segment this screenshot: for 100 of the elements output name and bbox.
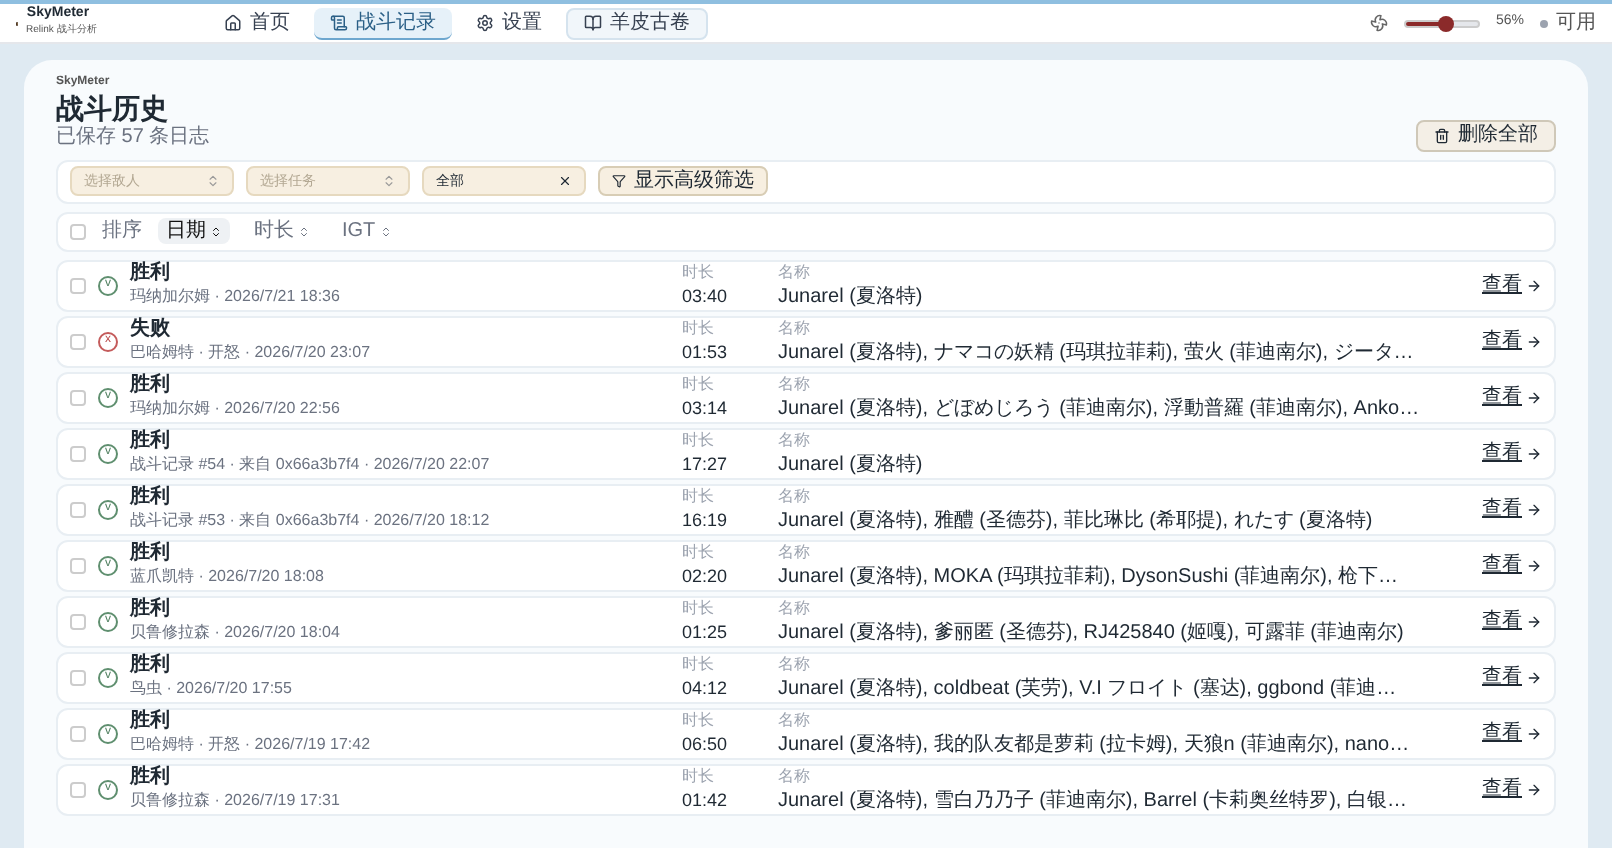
view-link[interactable]: 查看 — [1482, 438, 1542, 468]
row-checkbox[interactable] — [70, 389, 86, 405]
trash-icon — [1434, 127, 1450, 143]
names-label: 名称 — [778, 769, 812, 785]
outcome-title: 胜利 — [130, 375, 172, 395]
arrow-right-icon — [1526, 501, 1542, 517]
names-label: 名称 — [778, 545, 812, 561]
sort-option[interactable]: 日期 — [158, 218, 230, 244]
names-label: 名称 — [778, 601, 812, 617]
view-link[interactable]: 查看 — [1482, 718, 1542, 748]
outcome-title: 胜利 — [130, 487, 172, 507]
names-label: 名称 — [778, 713, 812, 729]
sort-label: 排序 — [102, 217, 142, 246]
duration-value: 01:53 — [682, 344, 730, 362]
view-link[interactable]: 查看 — [1482, 494, 1542, 524]
view-link[interactable]: 查看 — [1482, 550, 1542, 580]
names-label: 名称 — [778, 321, 812, 337]
duration-value: 03:40 — [682, 288, 730, 306]
view-link[interactable]: 查看 — [1482, 270, 1542, 300]
outcome-title: 胜利 — [130, 599, 172, 619]
gear-icon — [476, 14, 494, 32]
row-checkbox[interactable] — [70, 557, 86, 573]
fan-icon — [1369, 14, 1388, 32]
filter-icon — [612, 174, 626, 188]
book-icon — [584, 14, 602, 32]
party-names: Junarel (夏洛特), coldbeat (芙劳), V.I フロイト (塞达), ggbond (菲迪… — [778, 679, 1399, 699]
names-label: 名称 — [778, 489, 812, 505]
outcome-title: 胜利 — [130, 543, 172, 563]
row-checkbox[interactable] — [70, 613, 86, 629]
party-names: Junarel (夏洛特), 雪白乃乃子 (菲迪南尔), Barrel (卡莉奥丝特罗), 白银… — [778, 791, 1409, 811]
party-names: Junarel (夏洛特), MOKA (玛琪拉菲莉), DysonSushi (菲迪南尔), 枪下… — [778, 567, 1401, 587]
log-count: 已保存 57 条日志 — [56, 126, 210, 151]
outcome-title: 胜利 — [130, 263, 172, 283]
slider-thumb[interactable] — [1438, 15, 1455, 31]
arrow-right-icon — [1526, 445, 1542, 461]
names-label: 名称 — [778, 657, 812, 673]
nav-tab[interactable]: 设置 — [460, 7, 558, 39]
duration-value: 01:42 — [682, 792, 730, 810]
duration-label: 时长 — [682, 322, 716, 338]
view-link[interactable]: 查看 — [1482, 774, 1542, 804]
delete-all-button[interactable]: 删除全部 — [1416, 119, 1556, 151]
log-meta: 巴哈姆特 · 开怒 · 2026/7/20 23:07 — [130, 345, 373, 361]
select-all-checkbox[interactable] — [70, 223, 86, 239]
log-meta: 战斗记录 #53 · 来自 0x66a3b7f4 · 2026/7/20 18:12 — [130, 513, 492, 529]
row-checkbox[interactable] — [70, 445, 86, 461]
duration-value: 01:25 — [682, 624, 730, 642]
duration-label: 时长 — [682, 602, 716, 618]
outcome-title: 失败 — [130, 319, 172, 339]
view-link[interactable]: 查看 — [1482, 606, 1542, 636]
arrow-right-icon — [1526, 781, 1542, 797]
row-checkbox[interactable] — [70, 277, 86, 293]
names-label: 名称 — [778, 433, 812, 449]
log-meta: 贝鲁修拉森 · 2026/7/20 18:04 — [130, 625, 342, 641]
names-label: 名称 — [778, 377, 812, 393]
sort-option[interactable]: 时长 — [246, 218, 318, 244]
chevrons-icon — [206, 174, 220, 188]
duration-label: 时长 — [682, 434, 716, 450]
duration-value: 03:14 — [682, 400, 730, 418]
duration-value: 04:12 — [682, 680, 730, 698]
row-checkbox[interactable] — [70, 669, 86, 685]
nav-tab[interactable]: 战斗记录 — [314, 7, 452, 39]
arrow-right-icon — [1526, 669, 1542, 685]
log-meta: 玛纳加尔姆 · 2026/7/20 22:56 — [130, 401, 342, 417]
row-checkbox[interactable] — [70, 333, 86, 349]
duration-label: 时长 — [682, 770, 716, 786]
advanced-filter-button[interactable]: 显示高级筛选 — [598, 166, 768, 196]
party-names: Junarel (夏洛特), 爹丽匿 (圣德芬), RJ425840 (姬嘎), 可露菲 (菲迪南尔) — [778, 623, 1406, 643]
row-checkbox[interactable] — [70, 725, 86, 741]
duration-label: 时长 — [682, 378, 716, 394]
arrow-right-icon — [1526, 557, 1542, 573]
arrow-right-icon — [1526, 333, 1542, 349]
view-link[interactable]: 查看 — [1482, 326, 1542, 356]
duration-label: 时长 — [682, 546, 716, 562]
view-link[interactable]: 查看 — [1482, 382, 1542, 412]
party-names: Junarel (夏洛特), 我的队友都是萝莉 (拉卡姆), 天狼n (菲迪南尔), nano… — [778, 735, 1412, 755]
clear-icon[interactable] — [558, 174, 572, 188]
duration-value: 16:19 — [682, 512, 730, 530]
duration-value: 02:20 — [682, 568, 730, 586]
chevrons-icon — [382, 174, 396, 188]
duration-label: 时长 — [682, 490, 716, 506]
log-meta: 玛纳加尔姆 · 2026/7/21 18:36 — [130, 289, 342, 305]
log-meta: 蓝爪凯特 · 2026/7/20 18:08 — [130, 569, 326, 585]
nav-tab[interactable]: 羊皮古卷 — [566, 7, 708, 39]
row-checkbox[interactable] — [70, 501, 86, 517]
party-names: Junarel (夏洛特) — [778, 287, 925, 307]
log-meta: 贝鲁修拉森 · 2026/7/19 17:31 — [130, 793, 342, 809]
sort-option[interactable]: IGT — [334, 218, 400, 244]
opacity-slider-track[interactable] — [1403, 19, 1480, 27]
scroll-icon — [330, 13, 348, 31]
duration-value: 17:27 — [682, 456, 730, 474]
nav-tab[interactable]: 首页 — [208, 7, 306, 39]
party-names: Junarel (夏洛特), ナマコの妖精 (玛琪拉菲莉), 萤火 (菲迪南尔), ジータ… — [778, 343, 1416, 363]
duration-label: 时长 — [682, 714, 716, 730]
party-names: Junarel (夏洛特), どぼめじろう (菲迪南尔), 浮動普羅 (菲迪南尔), Anko… — [778, 399, 1422, 419]
home-icon — [224, 14, 242, 32]
status-label: 可用 — [1556, 10, 1596, 38]
arrow-right-icon — [1526, 389, 1542, 405]
arrow-right-icon — [1526, 613, 1542, 629]
view-link[interactable]: 查看 — [1482, 662, 1542, 692]
row-checkbox[interactable] — [70, 781, 86, 797]
